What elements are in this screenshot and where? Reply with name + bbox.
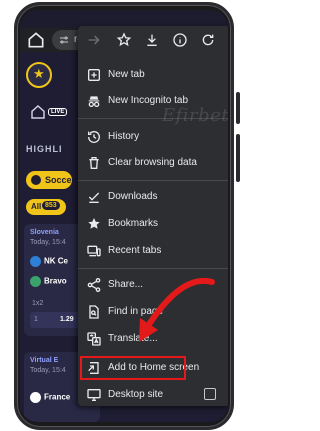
team-home-name: NK Ce	[44, 256, 69, 266]
team-crest-icon	[30, 276, 41, 287]
soccer-chip[interactable]: Soccer	[26, 171, 76, 189]
menu-item-bookmarks[interactable]: Bookmarks	[78, 211, 228, 237]
menu-item-label: Bookmarks	[108, 218, 159, 229]
highlights-heading: HIGHLI	[26, 144, 63, 154]
menu-item-label: Desktop site	[108, 389, 164, 400]
menu-divider	[78, 180, 228, 181]
market-label: 1x2	[32, 300, 44, 307]
watermark: Efirbet	[162, 105, 228, 126]
league-name: Slovenia	[30, 229, 59, 236]
menu-item-translate[interactable]: Translate...	[78, 326, 228, 352]
share-icon	[87, 278, 101, 292]
site-settings-icon[interactable]	[58, 34, 70, 46]
odds-key: 1	[34, 316, 38, 323]
highlights-label: HIGHLI	[26, 144, 63, 154]
desktop-site-checkbox[interactable]	[204, 388, 216, 400]
trash-icon	[89, 157, 99, 169]
match-time: Today, 15:4	[30, 239, 66, 246]
star-icon	[88, 218, 100, 229]
plus-square-icon	[88, 69, 100, 81]
team-home: NK Ce	[30, 256, 68, 267]
incognito-icon	[88, 96, 100, 107]
devices-icon	[87, 245, 101, 257]
all-label: All	[31, 202, 42, 211]
menu-item-history[interactable]: History	[78, 124, 228, 150]
menu-item-share[interactable]: Share...	[78, 272, 228, 298]
team-away-name: Bravo	[44, 276, 67, 286]
menu-item-clear-browsing-data[interactable]: Clear browsing data	[78, 150, 228, 176]
chrome-overflow-menu: New tab New Incognito tab History Clear …	[78, 26, 228, 406]
highlight-box	[80, 356, 186, 380]
menu-item-label: New tab	[108, 69, 145, 80]
site-logo[interactable]	[26, 62, 52, 88]
phone-screen: roo LIVE HIGHLI Soccer All 853 Slovenia …	[20, 10, 228, 422]
menu-item-downloads[interactable]: Downloads	[78, 184, 228, 210]
menu-item-label: Find in page	[108, 306, 164, 317]
team-away: France	[30, 392, 70, 403]
all-chip[interactable]: All 853	[26, 199, 66, 215]
soccer-label: Soccer	[45, 175, 76, 185]
odds-value: 1.29	[60, 316, 74, 323]
download-check-icon	[88, 192, 100, 203]
site-home-icon[interactable]	[30, 104, 46, 120]
power-button	[236, 134, 240, 182]
menu-item-new-tab[interactable]: New tab	[78, 62, 228, 88]
info-icon[interactable]	[172, 32, 188, 48]
team-crest-icon	[30, 392, 41, 403]
menu-item-label: Translate...	[108, 333, 158, 344]
live-badge[interactable]: LIVE	[48, 108, 68, 116]
menu-item-recent-tabs[interactable]: Recent tabs	[78, 238, 228, 264]
menu-item-label: Clear browsing data	[108, 157, 197, 168]
team-away-name: France	[44, 392, 71, 402]
menu-toolbar	[78, 26, 228, 54]
all-count: 853	[42, 201, 60, 210]
menu-item-label: Share...	[108, 279, 144, 290]
download-icon[interactable]	[144, 32, 160, 48]
team-crest-icon	[30, 256, 41, 267]
menu-item-label: History	[108, 131, 140, 142]
bookmark-star-icon[interactable]	[116, 32, 132, 48]
home-icon[interactable]	[26, 30, 46, 50]
refresh-icon[interactable]	[200, 32, 216, 48]
soccer-ball-icon	[31, 175, 41, 185]
team-away: Bravo	[30, 276, 67, 287]
menu-divider	[78, 268, 228, 269]
find-in-page-icon	[89, 305, 99, 319]
menu-item-label: Recent tabs	[108, 245, 162, 256]
menu-item-label: Downloads	[108, 191, 158, 202]
forward-icon[interactable]	[86, 32, 102, 48]
history-icon	[88, 131, 100, 143]
league-name: Virtual E	[30, 357, 59, 364]
translate-icon	[87, 332, 101, 346]
desktop-icon	[87, 389, 101, 401]
match-time: Today, 15:4	[30, 367, 66, 374]
menu-item-desktop-site[interactable]: Desktop site	[78, 382, 228, 408]
volume-button	[236, 92, 240, 124]
menu-item-find-in-page[interactable]: Find in page	[78, 299, 228, 325]
